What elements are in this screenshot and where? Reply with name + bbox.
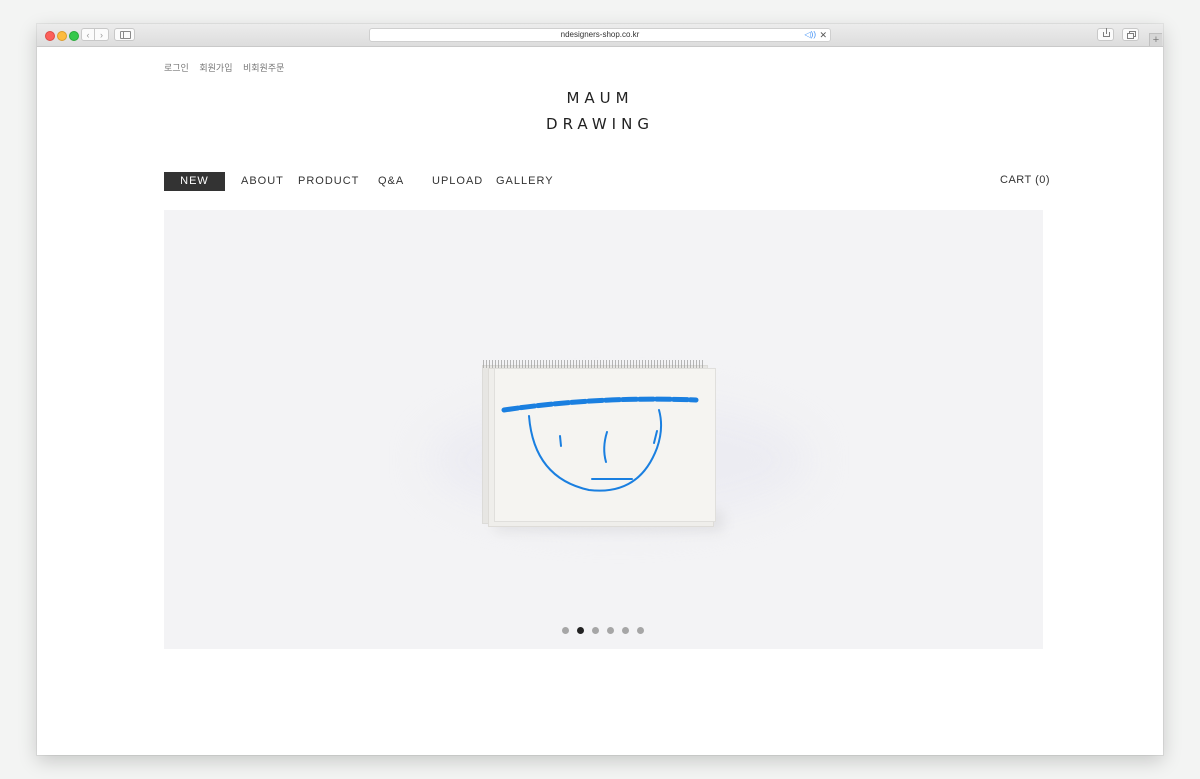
nav-new[interactable]: NEW bbox=[164, 172, 225, 191]
hero-slider[interactable] bbox=[164, 210, 1043, 649]
share-icon bbox=[1103, 28, 1110, 37]
nav-gallery[interactable]: GALLERY bbox=[496, 172, 554, 191]
zoom-window-button[interactable] bbox=[69, 31, 79, 41]
face-drawing bbox=[501, 396, 699, 492]
browser-toolbar: ‹ › ndesigners-shop.co.kr ◁)) ✕ + bbox=[37, 24, 1163, 47]
cart-link[interactable]: CART (0) bbox=[1000, 172, 1050, 189]
show-tabs-button[interactable] bbox=[1122, 28, 1139, 41]
nav-product[interactable]: PRODUCT bbox=[298, 172, 359, 191]
logo-line-1[interactable]: MAUM bbox=[37, 89, 1163, 107]
close-window-button[interactable] bbox=[45, 31, 55, 41]
sidebar-icon bbox=[120, 31, 131, 39]
sketchbook-spiral bbox=[483, 360, 705, 368]
web-page: 로그인 회원가입 비회원주문 MAUM DRAWING NEW ABOUT PR… bbox=[37, 47, 1163, 755]
slider-dot-6[interactable] bbox=[637, 627, 644, 634]
login-link[interactable]: 로그인 bbox=[164, 63, 189, 73]
browser-window: ‹ › ndesigners-shop.co.kr ◁)) ✕ + 로그인 회원… bbox=[37, 24, 1163, 755]
slider-dot-5[interactable] bbox=[622, 627, 629, 634]
share-button[interactable] bbox=[1097, 28, 1114, 41]
minimize-window-button[interactable] bbox=[57, 31, 67, 41]
nav-about[interactable]: ABOUT bbox=[241, 172, 284, 191]
back-button[interactable]: ‹ bbox=[81, 28, 95, 41]
nav-upload[interactable]: UPLOAD bbox=[432, 172, 483, 191]
slider-dot-3[interactable] bbox=[592, 627, 599, 634]
util-links: 로그인 회원가입 비회원주문 bbox=[164, 61, 292, 74]
address-url: ndesigners-shop.co.kr bbox=[560, 30, 640, 39]
forward-button[interactable]: › bbox=[95, 28, 109, 41]
new-tab-button[interactable]: + bbox=[1149, 33, 1162, 46]
slider-dot-2[interactable] bbox=[577, 627, 584, 634]
signup-link[interactable]: 회원가입 bbox=[199, 63, 232, 73]
address-bar[interactable]: ndesigners-shop.co.kr ◁)) ✕ bbox=[369, 28, 831, 42]
speaker-icon[interactable]: ◁)) bbox=[805, 29, 816, 41]
slider-dot-4[interactable] bbox=[607, 627, 614, 634]
close-icon[interactable]: ✕ bbox=[819, 29, 827, 41]
slider-dot-1[interactable] bbox=[562, 627, 569, 634]
sidebar-button[interactable] bbox=[114, 28, 135, 41]
nav-qna[interactable]: Q&A bbox=[378, 172, 404, 191]
logo-line-2[interactable]: DRAWING bbox=[37, 115, 1163, 133]
guest-order-link[interactable]: 비회원주문 bbox=[243, 63, 284, 73]
